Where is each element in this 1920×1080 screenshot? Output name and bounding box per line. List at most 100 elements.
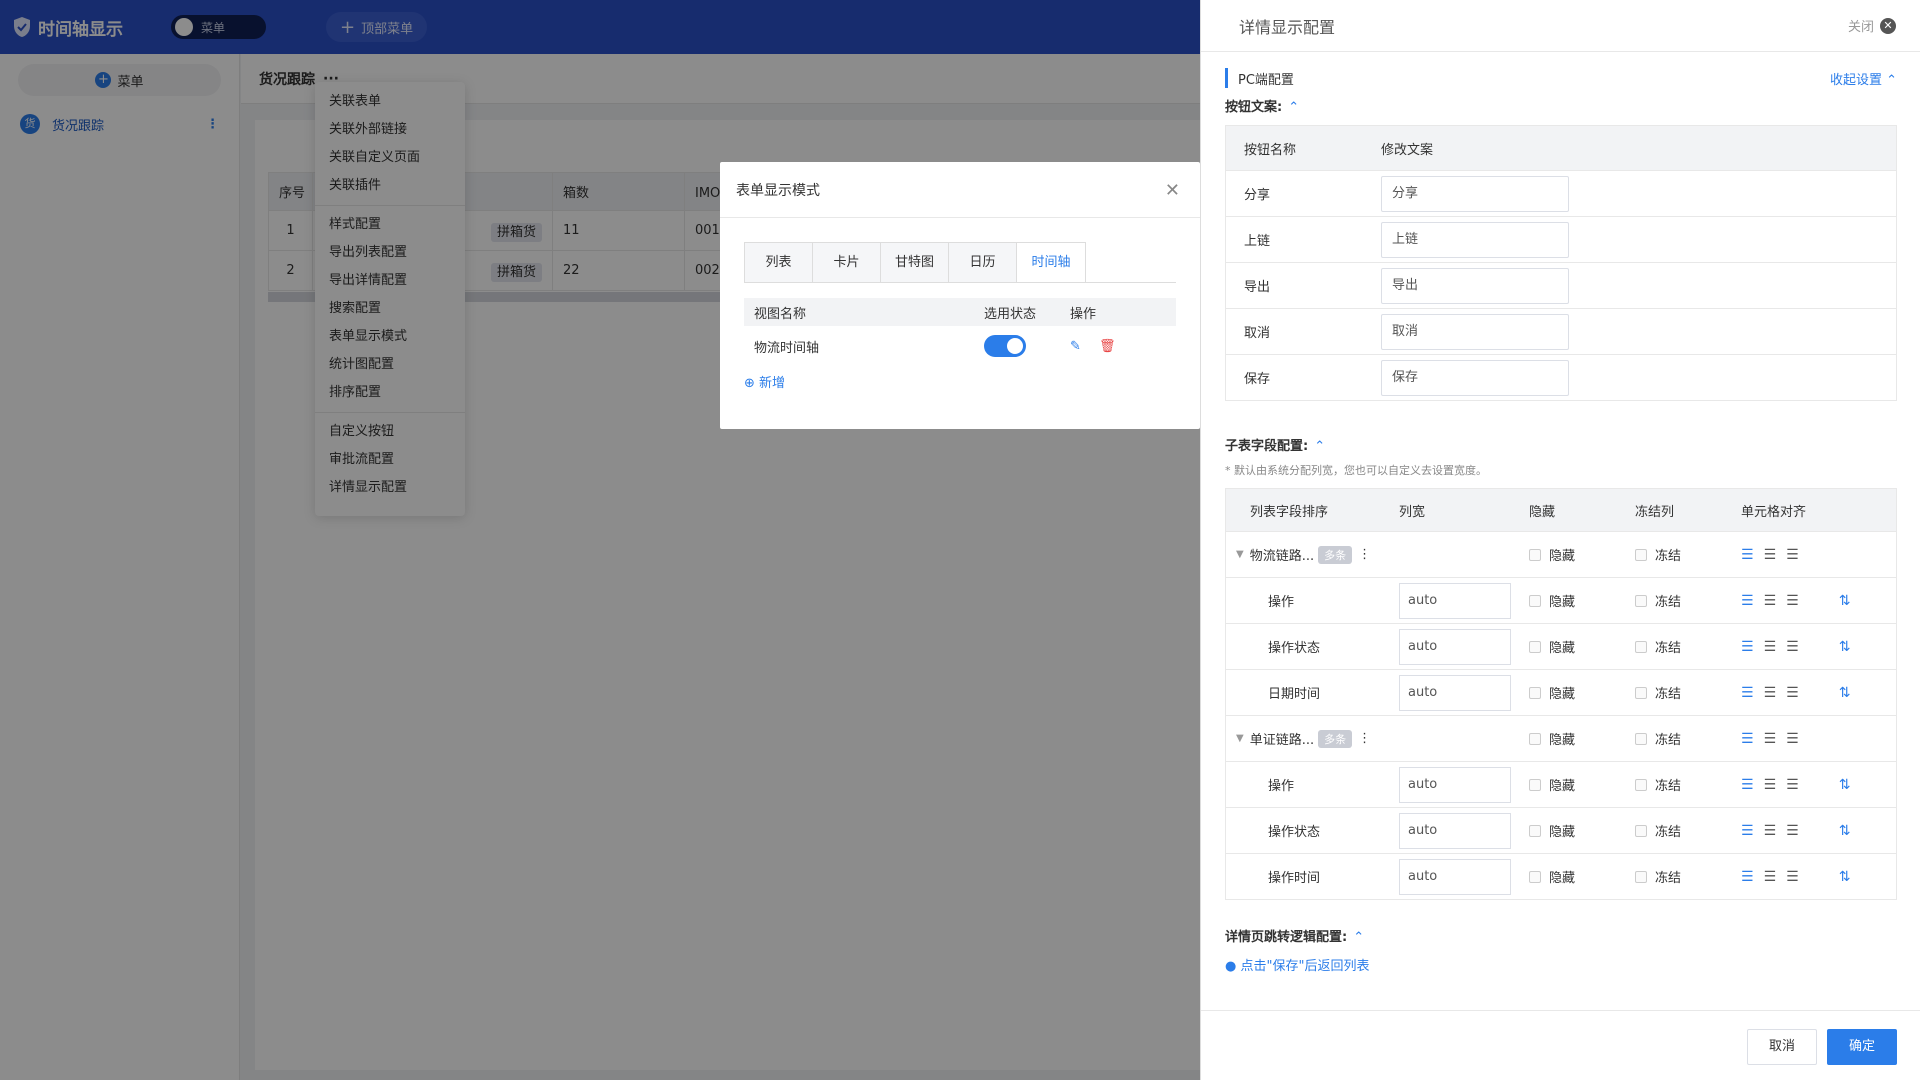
align-left-icon[interactable]: ☰ [1741, 685, 1754, 701]
align-center-icon[interactable]: ☰ [1764, 777, 1777, 793]
freeze-cell: 冻结 [1635, 821, 1741, 840]
more-vertical-icon[interactable]: ⋮ [1358, 731, 1371, 746]
freeze-checkbox[interactable] [1635, 732, 1647, 745]
tab-list[interactable]: 列表 [745, 243, 813, 283]
align-left-icon[interactable]: ☰ [1741, 823, 1754, 839]
align-left-icon[interactable]: ☰ [1741, 639, 1754, 655]
width-input[interactable]: auto [1399, 628, 1511, 665]
align-center-icon[interactable]: ☰ [1764, 639, 1777, 655]
hide-checkbox[interactable] [1529, 870, 1541, 883]
delete-icon[interactable]: 🗑 [1099, 339, 1116, 354]
align-center-icon[interactable]: ☰ [1764, 823, 1777, 839]
chevron-up-icon[interactable]: ⌃ [1314, 439, 1325, 454]
table-header-cell: 操作 [1070, 306, 1097, 322]
align-left-icon[interactable]: ☰ [1741, 777, 1754, 793]
align-left-icon[interactable]: ☰ [1741, 731, 1754, 747]
vertical-align-icon[interactable]: ⇅ [1839, 869, 1851, 885]
align-center-icon[interactable]: ☰ [1764, 869, 1777, 885]
align-right-icon[interactable]: ☰ [1786, 731, 1799, 747]
cancel-button[interactable]: 取消 [1747, 1029, 1817, 1065]
hide-checkbox[interactable] [1529, 548, 1541, 561]
align-center-icon[interactable]: ☰ [1764, 685, 1777, 701]
detail-config-panel: 详情显示配置 关闭 ✕ PC端配置 收起设置 ⌃ 按钮文案: ⌃ 按钮名称 修改文… [1200, 0, 1920, 1080]
freeze-checkbox[interactable] [1635, 594, 1647, 607]
panel-close-button[interactable]: 关闭 ✕ [1848, 16, 1896, 35]
close-icon[interactable]: ✕ [1165, 180, 1180, 201]
hide-checkbox[interactable] [1529, 686, 1541, 699]
add-view-button[interactable]: ⊕ 新增 [744, 372, 785, 391]
hide-checkbox[interactable] [1529, 778, 1541, 791]
button-text-input[interactable]: 保存 [1381, 359, 1569, 396]
width-input[interactable]: auto [1399, 766, 1511, 803]
freeze-label: 冻结 [1655, 871, 1682, 886]
group-name: 单证链路... [1249, 733, 1315, 748]
align-center-icon[interactable]: ☰ [1764, 593, 1777, 609]
field-name: 操作 [1268, 595, 1295, 610]
vertical-align-icon[interactable]: ⇅ [1839, 639, 1851, 655]
tab-calendar[interactable]: 日历 [949, 243, 1017, 283]
chevron-up-icon[interactable]: ⌃ [1353, 930, 1364, 945]
field-name: 操作时间 [1268, 871, 1321, 886]
button-text-input[interactable]: 分享 [1381, 175, 1569, 212]
freeze-checkbox[interactable] [1635, 686, 1647, 699]
hide-checkbox[interactable] [1529, 732, 1541, 745]
caret-down-icon[interactable]: ▼ [1236, 733, 1244, 744]
hide-checkbox[interactable] [1529, 824, 1541, 837]
chevron-up-icon[interactable]: ⌃ [1288, 100, 1299, 115]
align-right-icon[interactable]: ☰ [1786, 639, 1799, 655]
align-right-icon[interactable]: ☰ [1786, 593, 1799, 609]
field-name: 操作 [1268, 779, 1295, 794]
freeze-cell: 冻结 [1635, 683, 1741, 702]
align-center-icon[interactable]: ☰ [1764, 731, 1777, 747]
button-text-input[interactable]: 取消 [1381, 313, 1569, 350]
tab-card[interactable]: 卡片 [813, 243, 881, 283]
hide-label: 隐藏 [1549, 595, 1576, 610]
button-name: 取消 [1244, 326, 1271, 341]
jump-option[interactable]: ● 点击"保存"后返回列表 [1225, 955, 1897, 974]
width-input[interactable]: auto [1399, 812, 1511, 849]
width-cell: auto [1399, 766, 1529, 803]
collapse-settings-button[interactable]: 收起设置 ⌃ [1830, 69, 1897, 88]
edit-icon[interactable]: ✎ [1070, 339, 1081, 354]
section-label: PC端配置 [1238, 72, 1294, 88]
vertical-align-icon[interactable]: ⇅ [1839, 823, 1851, 839]
align-left-icon[interactable]: ☰ [1741, 547, 1754, 563]
tab-timeline[interactable]: 时间轴 [1017, 243, 1085, 283]
button-text-input[interactable]: 上链 [1381, 221, 1569, 258]
button-text-label: 按钮文案: [1225, 100, 1283, 115]
width-input[interactable]: auto [1399, 858, 1511, 895]
width-input[interactable]: auto [1399, 674, 1511, 711]
vertical-align-icon[interactable]: ⇅ [1839, 777, 1851, 793]
caret-down-icon[interactable]: ▼ [1236, 549, 1244, 560]
align-center-icon[interactable]: ☰ [1764, 547, 1777, 563]
align-right-icon[interactable]: ☰ [1786, 869, 1799, 885]
tab-gantt[interactable]: 甘特图 [881, 243, 949, 283]
panel-body: PC端配置 收起设置 ⌃ 按钮文案: ⌃ 按钮名称 修改文案 分享 分享 上链 上链 … [1225, 52, 1897, 1010]
align-left-icon[interactable]: ☰ [1741, 869, 1754, 885]
confirm-button[interactable]: 确定 [1827, 1029, 1897, 1065]
status-switch[interactable] [984, 335, 1026, 357]
freeze-checkbox[interactable] [1635, 640, 1647, 653]
align-right-icon[interactable]: ☰ [1786, 823, 1799, 839]
freeze-checkbox[interactable] [1635, 778, 1647, 791]
table-row: 操作状态 auto 隐藏 冻结 ☰ ☰ ☰ ⇅ [1226, 807, 1896, 853]
table-row: ▼ 单证链路... 多条 ⋮ 隐藏 冻结 ☰ ☰ ☰ [1226, 715, 1896, 761]
align-right-icon[interactable]: ☰ [1786, 547, 1799, 563]
freeze-checkbox[interactable] [1635, 870, 1647, 883]
freeze-label: 冻结 [1655, 641, 1682, 656]
vertical-align-icon[interactable]: ⇅ [1839, 593, 1851, 609]
width-input[interactable]: auto [1399, 582, 1511, 619]
vertical-align-icon[interactable]: ⇅ [1839, 685, 1851, 701]
field-name: 日期时间 [1268, 687, 1321, 702]
align-left-icon[interactable]: ☰ [1741, 593, 1754, 609]
align-right-icon[interactable]: ☰ [1786, 777, 1799, 793]
align-right-icon[interactable]: ☰ [1786, 685, 1799, 701]
table-row: 操作 auto 隐藏 冻结 ☰ ☰ ☰ ⇅ [1226, 577, 1896, 623]
freeze-checkbox[interactable] [1635, 548, 1647, 561]
button-text-input[interactable]: 导出 [1381, 267, 1569, 304]
hide-cell: 隐藏 [1529, 545, 1635, 564]
freeze-checkbox[interactable] [1635, 824, 1647, 837]
more-vertical-icon[interactable]: ⋮ [1358, 547, 1371, 562]
hide-checkbox[interactable] [1529, 640, 1541, 653]
hide-checkbox[interactable] [1529, 594, 1541, 607]
